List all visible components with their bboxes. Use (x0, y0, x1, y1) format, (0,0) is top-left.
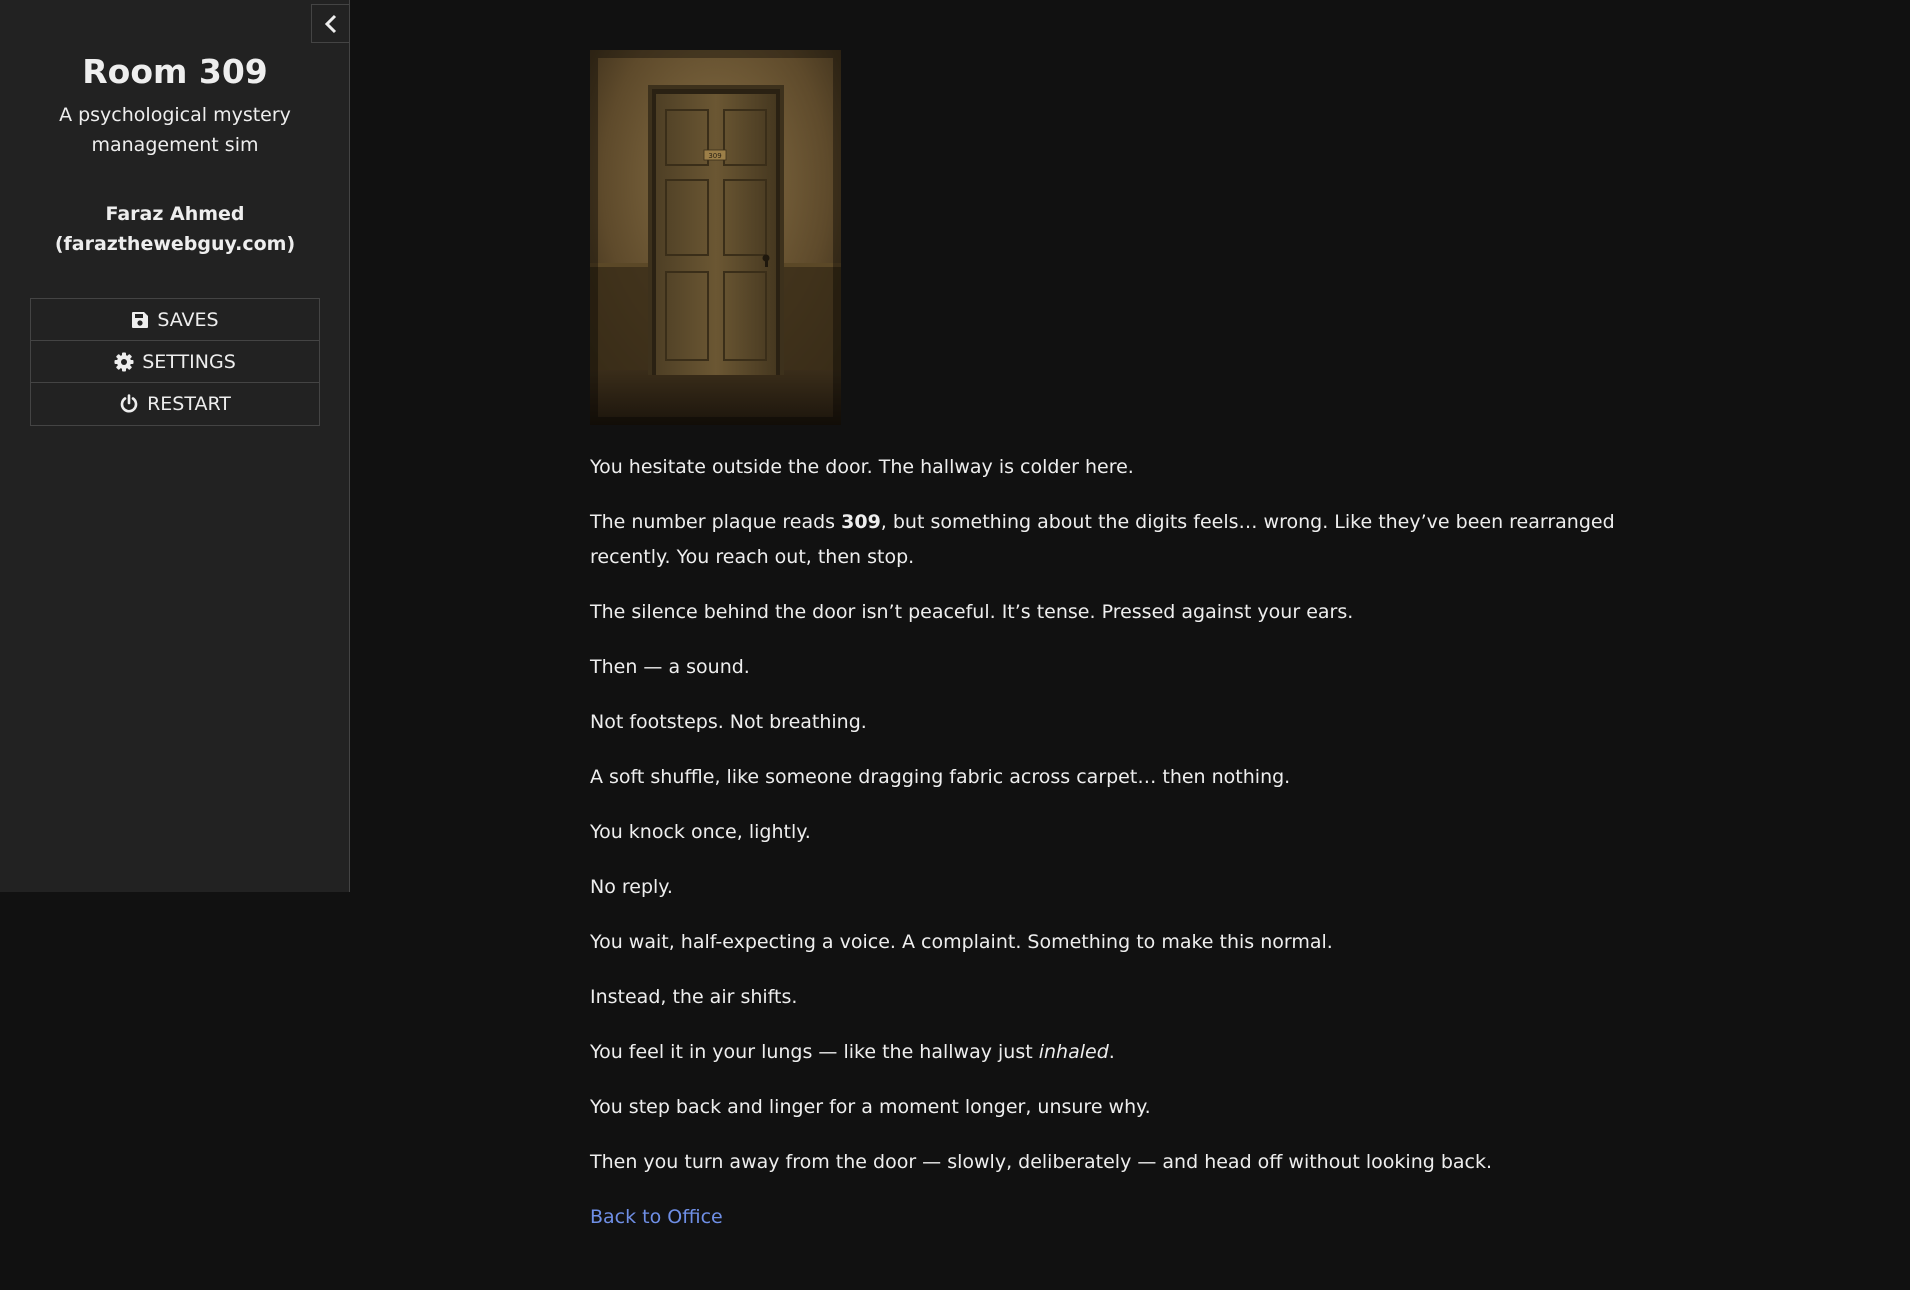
restart-label: RESTART (147, 393, 231, 415)
passage-paragraph: Then you turn away from the door — slowl… (590, 1151, 1493, 1173)
saves-button[interactable]: SAVES (31, 299, 319, 341)
passage-paragraph: You knock once, lightly. (590, 821, 811, 843)
sidebar-menu: SAVES SETTINGS RESTART (30, 298, 320, 426)
passage-paragraph: You feel it in your lungs — like the hal… (590, 1041, 1115, 1063)
passage-paragraph: No reply. (590, 876, 673, 898)
sidebar-toggle-button[interactable] (311, 4, 350, 43)
back-to-office-link[interactable]: Back to Office (590, 1206, 723, 1228)
passage-link-row: Back to Office (590, 1200, 1690, 1235)
restart-button[interactable]: RESTART (31, 383, 319, 425)
chevron-left-icon (324, 14, 336, 33)
passage-paragraph: The number plaque reads 309, but somethi… (590, 511, 1615, 568)
door-plaque: 309 (708, 152, 721, 160)
settings-button[interactable]: SETTINGS (31, 341, 319, 383)
passage-paragraph: The silence behind the door isn’t peacef… (590, 601, 1354, 623)
door-image: 309 (590, 50, 841, 425)
passage-paragraph: You step back and linger for a moment lo… (590, 1096, 1151, 1118)
passage-paragraph: Instead, the air shifts. (590, 986, 798, 1008)
passage-paragraph: You wait, half-expecting a voice. A comp… (590, 931, 1333, 953)
sidebar: Room 309 A psychological mystery managem… (0, 0, 350, 892)
floppy-disk-icon (132, 311, 149, 328)
story-subtitle: A psychological mystery management sim (59, 104, 291, 156)
power-icon (120, 394, 138, 413)
passage-paragraph: You hesitate outside the door. The hallw… (590, 456, 1134, 478)
passage-paragraph: A soft shuffle, like someone dragging fa… (590, 766, 1291, 788)
plaque-number: 309 (841, 511, 881, 533)
saves-label: SAVES (157, 308, 219, 331)
passage-paragraph: Not footsteps. Not breathing. (590, 711, 867, 733)
emphasis-text: inhaled (1038, 1041, 1109, 1063)
story-author: Faraz Ahmed (farazthewebguy.com) (54, 203, 296, 255)
passage: 309 You hesitate outside the door. The h… (590, 50, 1690, 1255)
passage-paragraph: Then — a sound. (590, 656, 750, 678)
story-title: Room 309 (82, 52, 268, 91)
gear-icon (114, 352, 134, 371)
settings-label: SETTINGS (142, 350, 236, 373)
